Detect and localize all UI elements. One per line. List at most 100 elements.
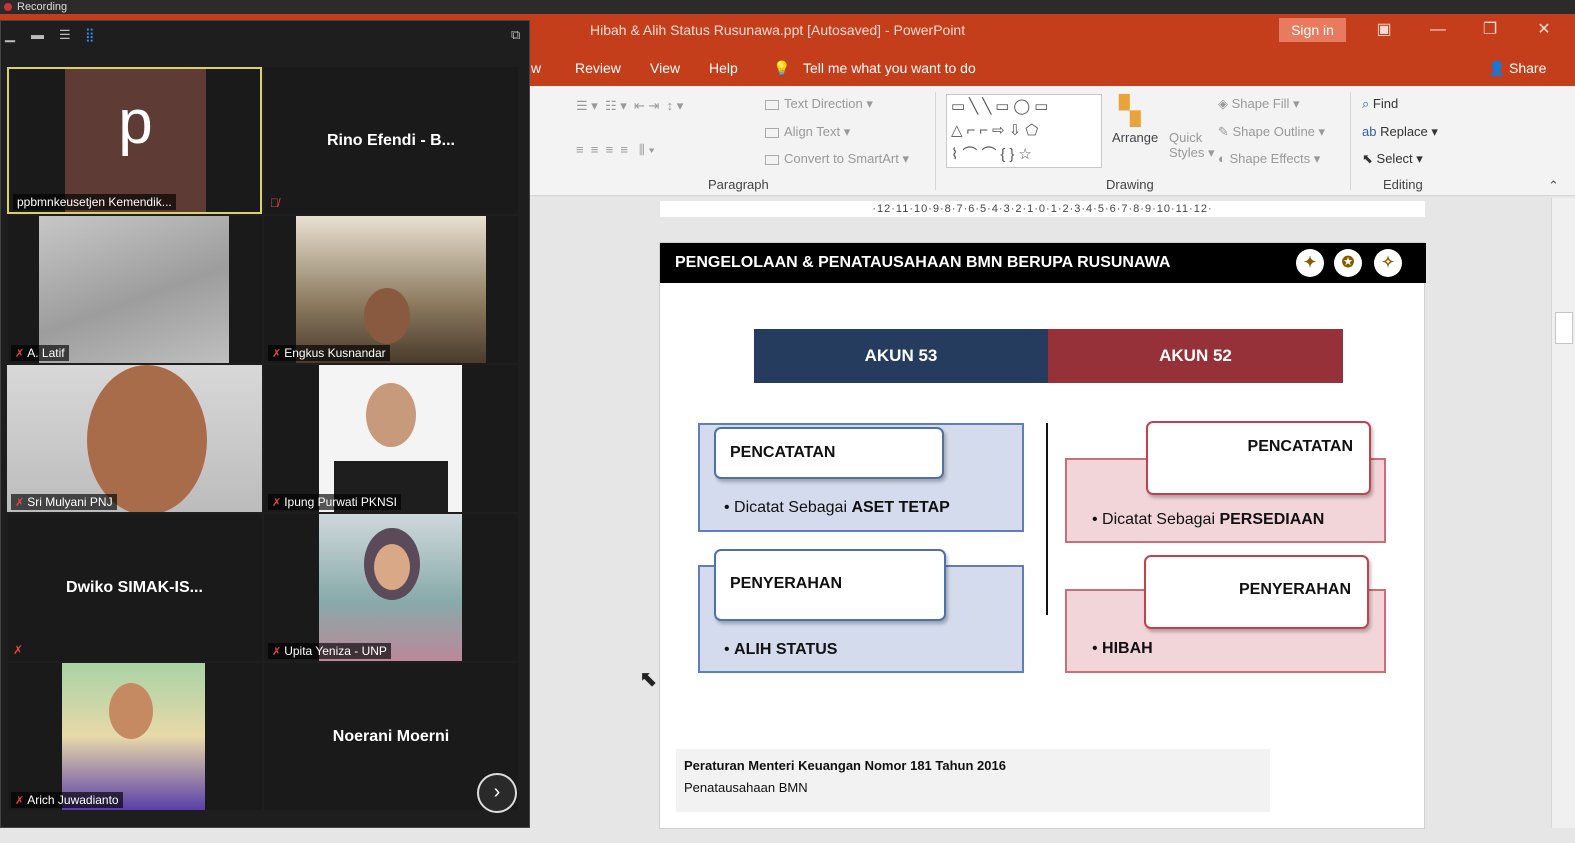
- participant-face: [87, 365, 207, 512]
- next-page-button[interactable]: ›: [477, 773, 517, 813]
- participant-tile[interactable]: ✗ A. Latif: [7, 216, 262, 363]
- muted-mic-icon: ✗: [15, 348, 25, 360]
- participant-name-tag: ✗ Ipung Purwati PKNSI: [268, 494, 401, 510]
- share-button[interactable]: Share: [1509, 60, 1546, 76]
- shapes-gallery[interactable]: ▭╲╲▭◯▭ △⌐⌐⇨⇩⬠ ⌇⌒⌒{}☆: [946, 94, 1102, 168]
- paragraph-group-label: Paragraph: [708, 177, 769, 192]
- minimize-view-icon[interactable]: ▁: [5, 27, 15, 43]
- participant-face: [366, 383, 416, 447]
- avatar-initial: p: [118, 88, 153, 157]
- restore-icon[interactable]: ❐: [1470, 17, 1510, 43]
- align-text-button[interactable]: Align Text ▾: [765, 124, 850, 140]
- arrange-icon: ▚: [1119, 95, 1141, 126]
- arrange-button[interactable]: Arrange: [1112, 130, 1158, 145]
- find-label: Find: [1372, 96, 1399, 111]
- close-icon[interactable]: ✕: [1524, 17, 1564, 43]
- participant-face: [374, 544, 410, 590]
- bullet-bold-text: HIBAH: [1102, 640, 1153, 657]
- find-button[interactable]: ⌕ Find: [1362, 96, 1398, 112]
- bullet-text: Dicatat Sebagai: [1102, 511, 1220, 528]
- participant-name: ppbmnkeusetjen Kemendik...: [13, 194, 176, 210]
- participant-name-tag: ✗ Engkus Kusnandar: [268, 345, 390, 361]
- muted-mic-icon: ✗: [15, 795, 25, 807]
- participant-tile[interactable]: Dwiko SIMAK-IS... ✗: [7, 514, 262, 661]
- thumbnail-view-icon[interactable]: ▬: [31, 27, 44, 42]
- participant-tile[interactable]: ✗ Engkus Kusnandar: [264, 216, 518, 363]
- tab-animations-partial[interactable]: w: [531, 60, 541, 76]
- tab-help[interactable]: Help: [709, 60, 738, 76]
- tab-view[interactable]: View: [650, 60, 680, 76]
- tab-review[interactable]: Review: [575, 60, 621, 76]
- participant-name-tag: ✗ A. Latif: [11, 345, 69, 361]
- participant-tile[interactable]: ✗ Sri Mulyani PNJ: [7, 365, 262, 512]
- convert-smartart-label: Convert to SmartArt: [784, 151, 899, 166]
- participant-tile[interactable]: ✗ Ipung Purwati PKNSI: [264, 365, 518, 512]
- chevron-right-icon: ›: [493, 781, 501, 803]
- editing-group-label: Editing: [1383, 177, 1423, 192]
- participant-tile[interactable]: ✗ Upita Yeniza - UNP: [264, 514, 518, 661]
- shape-outline-label: Shape Outline: [1232, 124, 1315, 139]
- column-divider: [1046, 423, 1048, 615]
- bullet-bold-text: ALIH STATUS: [734, 641, 838, 658]
- muted-mic-icon: ✗: [272, 497, 282, 509]
- gallery-view-icon[interactable]: ⣿: [85, 27, 95, 43]
- collapse-ribbon-icon[interactable]: ⌃: [1548, 178, 1559, 194]
- participant-tile-active[interactable]: p ppbmnkeusetjen Kemendik...: [7, 67, 262, 214]
- bullet-text: Dicatat Sebagai: [734, 499, 852, 516]
- participant-name: Upita Yeniza - UNP: [284, 644, 387, 658]
- vertical-scrollbar[interactable]: [1551, 198, 1575, 828]
- shape-fill-button[interactable]: ◈ Shape Fill ▾: [1218, 96, 1300, 112]
- garuda-emblem-icon: ✦: [1296, 249, 1324, 277]
- shape-effects-button[interactable]: ◐ Shape Effects ▾: [1218, 151, 1320, 167]
- footnote-subtitle: Penatausahaan BMN: [684, 780, 808, 795]
- exit-view-icon[interactable]: ⧉: [511, 27, 520, 43]
- akun-53-header: AKUN 53: [754, 329, 1048, 383]
- quick-styles-button[interactable]: Quick Styles ▾: [1169, 130, 1215, 161]
- participant-name: Dwiko SIMAK-IS...: [66, 578, 203, 596]
- quick-styles-line2: Styles: [1169, 145, 1205, 160]
- minimize-icon[interactable]: —: [1418, 17, 1458, 43]
- shape-fill-label: Shape Fill: [1231, 96, 1290, 111]
- muted-mic-icon: ✗: [272, 646, 282, 658]
- participant-name: A. Latif: [27, 346, 65, 360]
- participant-name: Rino Efendi - B...: [327, 131, 455, 149]
- scrollbar-thumb[interactable]: [1555, 312, 1573, 344]
- recording-label: Recording: [17, 1, 68, 13]
- muted-mic-icon: ✗: [13, 643, 24, 657]
- tell-me-search[interactable]: Tell me what you want to do: [803, 60, 976, 76]
- quick-styles-line1: Quick: [1169, 130, 1203, 145]
- slide-canvas[interactable]: PENGELOLAAN & PENATAUSAHAAN BMN BERUPA R…: [659, 242, 1426, 829]
- participant-face: [109, 683, 153, 739]
- select-button[interactable]: ⬉ Select ▾: [1362, 151, 1423, 167]
- participant-tile[interactable]: ✗ Arich Juwadianto: [7, 663, 262, 810]
- convert-smartart-button[interactable]: Convert to SmartArt ▾: [765, 151, 909, 167]
- slide-title-text: PENGELOLAAN & PENATAUSAHAAN BMN BERUPA R…: [675, 254, 1171, 271]
- text-direction-label: Text Direction: [784, 96, 863, 111]
- bullets-button[interactable]: ☰ ▾ ☷ ▾ ⇤ ⇥ ↕ ▾: [576, 98, 683, 114]
- align-buttons[interactable]: ≡ ≡ ≡ ≡ ⫼ ▾: [576, 142, 655, 158]
- shape-outline-button[interactable]: ✎ Shape Outline ▾: [1218, 124, 1325, 140]
- sign-in-button[interactable]: Sign in: [1279, 18, 1346, 42]
- participant-face: [364, 288, 410, 344]
- speaker-view-icon[interactable]: ☰: [59, 27, 71, 43]
- drawing-group-label: Drawing: [1106, 177, 1154, 192]
- muted-mic-icon: ✗: [15, 497, 25, 509]
- bullet-bold-text: PERSEDIAAN: [1219, 511, 1325, 528]
- find-icon: ⌕: [1362, 96, 1370, 111]
- replace-label: Replace: [1380, 124, 1428, 139]
- mouse-cursor-icon: ⬉: [639, 666, 658, 691]
- recording-indicator: Recording: [0, 0, 1575, 14]
- muted-mic-icon: ✗: [272, 348, 282, 360]
- zoom-toolbar: ▁ ▬ ☰ ⣿ ⧉: [1, 21, 529, 53]
- ribbon-display-options-icon[interactable]: ▣: [1364, 17, 1404, 43]
- participant-name-tag: ✗ Arich Juwadianto: [11, 792, 123, 808]
- participant-name: Ipung Purwati PKNSI: [284, 495, 397, 509]
- akun53-penyerahan-title: PENYERAHAN: [714, 549, 946, 621]
- select-label: Select: [1376, 151, 1413, 166]
- participant-tile[interactable]: Rino Efendi - B... 🎙̸: [264, 67, 518, 214]
- participant-name-tag: ✗ Upita Yeniza - UNP: [268, 643, 391, 659]
- muted-mic-icon: 🎙̸: [270, 196, 279, 210]
- text-direction-button[interactable]: Text Direction ▾: [765, 96, 873, 112]
- share-icon: 👤: [1488, 60, 1506, 76]
- replace-button[interactable]: ab Replace ▾: [1362, 124, 1438, 140]
